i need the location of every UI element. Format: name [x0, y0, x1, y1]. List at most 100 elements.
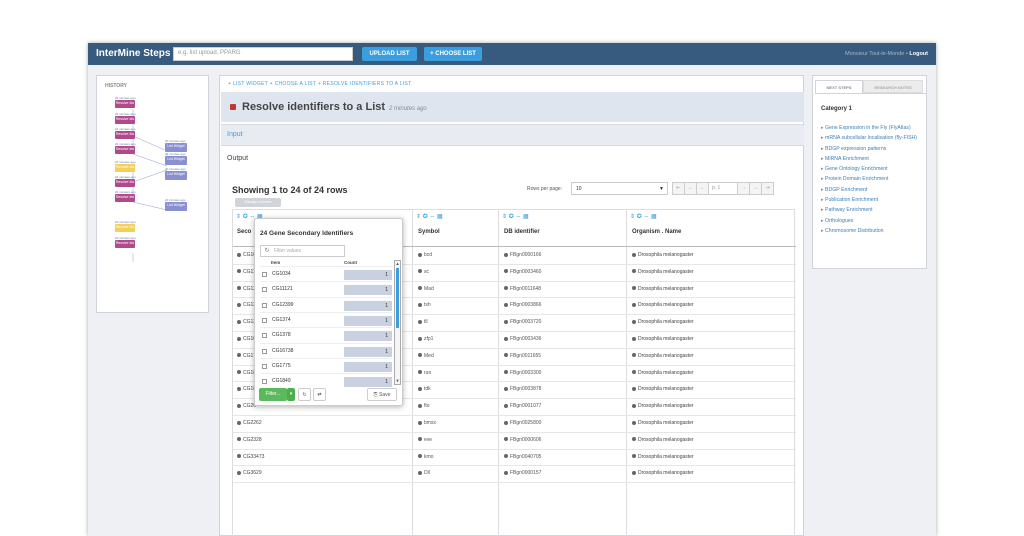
scroll-down-icon[interactable]: ▼ [395, 378, 400, 384]
cell-db-identifier[interactable]: FBgn0001077 [504, 403, 541, 409]
cell-db-identifier[interactable]: FBgn0000166 [504, 252, 541, 258]
cell-db-identifier[interactable]: FBgn0003720 [504, 319, 541, 325]
cell-symbol[interactable]: tdk [418, 386, 431, 392]
cell-db-identifier[interactable]: FBgn0003300 [504, 370, 541, 376]
cell-secondary-identifier[interactable]: CG11 [237, 269, 256, 275]
next-step-item[interactable]: Gene Ontology Enrichment [821, 164, 924, 174]
history-list-node[interactable]: List Widget [165, 202, 187, 211]
history-node[interactable]: Resolve Ids [115, 146, 135, 154]
breadcrumb[interactable]: + LIST WIDGET + CHOOSE A LIST + RESOLVE … [228, 81, 412, 87]
cell-db-identifier[interactable]: FBgn0000606 [504, 437, 541, 443]
column-controls-icon[interactable]: ⇕ ✪ ⇔ ▦ [502, 213, 529, 220]
filter-dropdown-button[interactable]: ▾ [287, 388, 295, 401]
history-node[interactable]: Resolve Ids [115, 240, 135, 248]
cell-secondary-identifier[interactable]: CG33473 [237, 454, 264, 460]
next-step-item[interactable]: BDGP expression patterns [821, 144, 924, 154]
cell-db-identifier[interactable]: FBgn0025800 [504, 420, 541, 426]
page-input[interactable]: p. 1 [708, 182, 738, 195]
column-header-secondary-identifier[interactable]: Seco [237, 229, 251, 235]
cell-organism[interactable]: Drosophila melanogaster [632, 269, 694, 275]
filter-values-input[interactable]: ↻ Filter values [260, 245, 345, 257]
cell-secondary-identifier[interactable]: CG2262 [237, 420, 262, 426]
search-input[interactable]: e.g. list upload, PPARG [173, 47, 353, 61]
rows-per-page-select[interactable]: 10 ▼ [571, 182, 668, 195]
popup-list-item[interactable]: CG1034 1 [260, 266, 392, 281]
last-page-button[interactable]: ⇥ [761, 182, 774, 195]
column-header-organism[interactable]: Organism . Name [632, 229, 681, 235]
upload-list-button[interactable]: UPLOAD LIST [362, 47, 417, 61]
cell-organism[interactable]: Drosophila melanogaster [632, 386, 694, 392]
cell-symbol[interactable]: Mad [418, 286, 434, 292]
refresh-icon[interactable]: ↻ [262, 247, 272, 256]
cell-db-identifier[interactable]: FBgn0011655 [504, 353, 541, 359]
reset-icon[interactable]: ↻ [298, 388, 311, 401]
next-step-item[interactable]: BDGP Enrichment [821, 185, 924, 195]
cell-symbol[interactable]: eve [418, 437, 432, 443]
save-button[interactable]: ⎘ Save [367, 388, 397, 401]
cell-db-identifier[interactable]: FBgn0003436 [504, 336, 541, 342]
cell-organism[interactable]: Drosophila melanogaster [632, 403, 694, 409]
cell-symbol[interactable]: run [418, 370, 431, 376]
next-step-item[interactable]: Chromosome Distribution [821, 226, 924, 236]
history-node-current[interactable]: Resolve Ids [115, 164, 135, 172]
popup-list-item[interactable]: CG11121 1 [260, 281, 392, 296]
popup-list-item[interactable]: CG1378 1 [260, 327, 392, 342]
cell-organism[interactable]: Drosophila melanogaster [632, 437, 694, 443]
item-checkbox[interactable] [262, 363, 267, 369]
choose-list-button[interactable]: + CHOOSE LIST [424, 47, 482, 61]
tab-next-steps[interactable]: NEXT STEPS [815, 80, 863, 93]
popup-list-item[interactable]: CG1775 1 [260, 357, 392, 373]
popup-list-item[interactable]: CG16738 1 [260, 342, 392, 358]
cell-symbol[interactable]: fto [418, 403, 430, 409]
cell-symbol[interactable]: tsh [418, 302, 431, 308]
history-list-node[interactable]: List Widget [165, 156, 187, 165]
history-node[interactable]: Resolve Ids [115, 194, 135, 202]
popup-list-item[interactable]: CG12399 1 [260, 296, 392, 312]
cell-organism[interactable]: Drosophila melanogaster [632, 470, 694, 476]
cell-organism[interactable]: Drosophila melanogaster [632, 302, 694, 308]
history-list-node[interactable]: List Widget [165, 143, 187, 152]
cell-symbol[interactable]: Med [418, 353, 434, 359]
history-node[interactable]: Resolve Ids [115, 100, 135, 108]
scroll-thumb[interactable] [396, 268, 399, 328]
cell-organism[interactable]: Drosophila melanogaster [632, 370, 694, 376]
column-header-symbol[interactable]: Symbol [418, 229, 440, 235]
popup-scrollbar[interactable]: ▲ ▼ [394, 260, 401, 385]
cell-symbol[interactable]: tll [418, 319, 428, 325]
cell-db-identifier[interactable]: FBgn0003460 [504, 269, 541, 275]
invert-icon[interactable]: ⇄ [313, 388, 326, 401]
history-list-node[interactable]: List Widget [165, 171, 187, 180]
next-step-item[interactable]: Pathway Enrichment [821, 205, 924, 215]
next-step-item[interactable]: Protein Domain Enrichment [821, 174, 924, 184]
next-step-item[interactable]: Publication Enrichment [821, 195, 924, 205]
cell-secondary-identifier[interactable]: CG3629 [237, 470, 262, 476]
cell-organism[interactable]: Drosophila melanogaster [632, 252, 694, 258]
next-step-item[interactable]: MiRNA Enrichment [821, 154, 924, 164]
input-section[interactable]: Input [221, 124, 804, 146]
cell-db-identifier[interactable]: FBgn0003878 [504, 386, 541, 392]
item-checkbox[interactable] [262, 333, 267, 339]
item-checkbox[interactable] [262, 272, 267, 277]
item-checkbox[interactable] [262, 287, 267, 293]
cell-organism[interactable]: Drosophila melanogaster [632, 454, 694, 460]
scroll-up-icon[interactable]: ▲ [395, 261, 400, 267]
item-checkbox[interactable] [262, 348, 267, 354]
popup-list-item[interactable]: CG1374 1 [260, 311, 392, 327]
cell-organism[interactable]: Drosophila melanogaster [632, 353, 694, 359]
cell-db-identifier[interactable]: FBgn0000157 [504, 470, 541, 476]
cell-symbol[interactable]: zfp1 [418, 336, 433, 342]
item-checkbox[interactable] [262, 317, 267, 323]
cell-secondary-identifier[interactable]: CG2328 [237, 437, 262, 443]
manage-columns-button[interactable]: Manage columns [235, 198, 281, 207]
next-step-item[interactable]: Gene Expression in the Fly (FlyAtlas) [821, 123, 924, 133]
item-checkbox[interactable] [262, 379, 267, 385]
logout-link[interactable]: Logout [909, 51, 928, 57]
cell-db-identifier[interactable]: FBgn0040705 [504, 454, 541, 460]
cell-symbol[interactable]: bmsx [418, 420, 436, 426]
history-node[interactable]: Resolve Ids [115, 179, 135, 187]
next-step-item[interactable]: Orthologues [821, 216, 924, 226]
item-checkbox[interactable] [262, 302, 267, 308]
column-controls-icon[interactable]: ⇕ ✪ ⇔ ▦ [416, 213, 443, 220]
history-node[interactable]: Resolve Ids [115, 116, 135, 124]
next-step-item[interactable]: mRNA subcellular localisation (fly-FISH) [821, 133, 924, 143]
